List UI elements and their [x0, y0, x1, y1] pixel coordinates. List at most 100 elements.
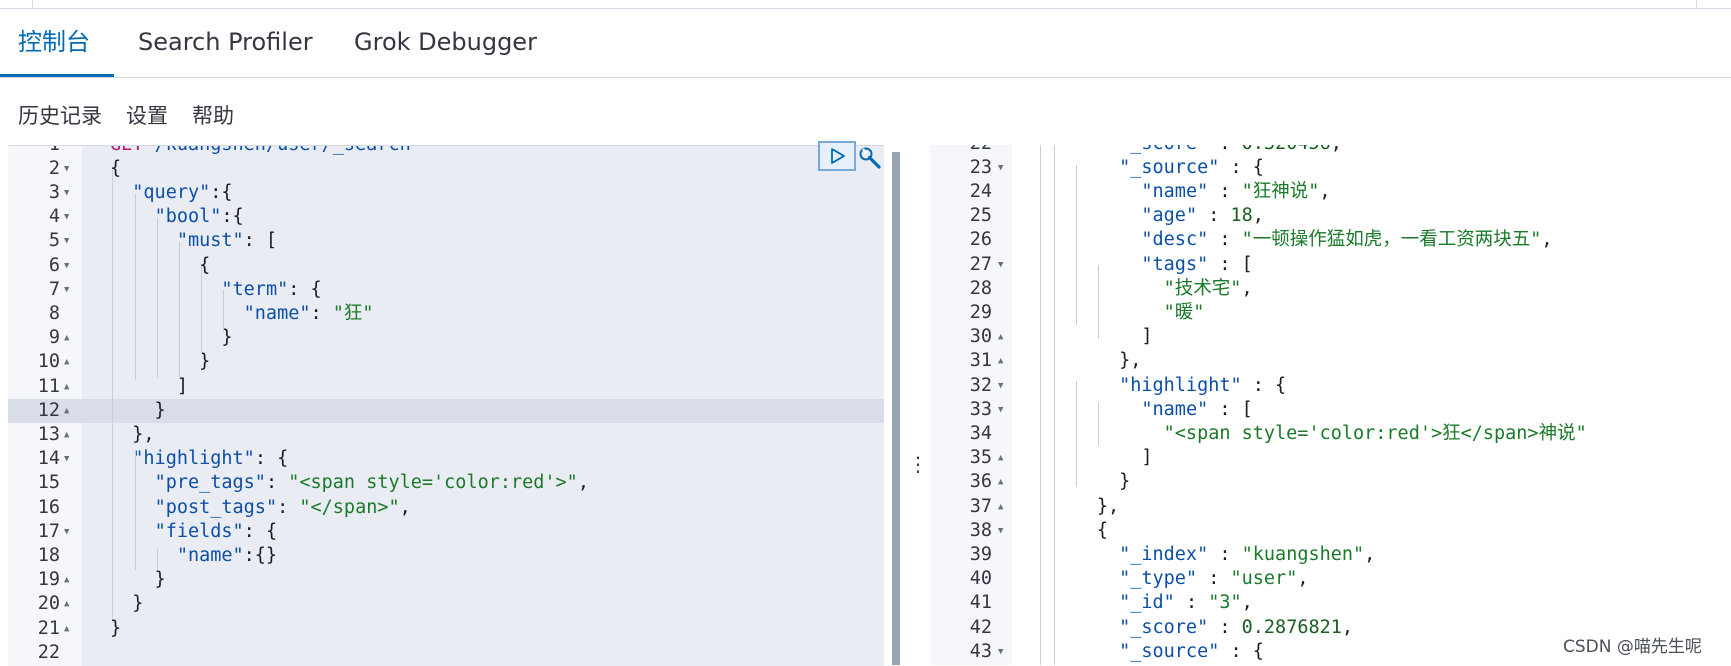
line-number: 5	[48, 230, 60, 252]
code-text: "age" : 18,	[1141, 205, 1264, 227]
top-divider	[1696, 0, 1697, 8]
fold-expand-icon[interactable]: ▲	[64, 350, 69, 374]
fold-collapse-icon[interactable]: ▼	[998, 253, 1003, 277]
pane-resizer-handle[interactable]: ⋮	[908, 452, 928, 476]
response-code-line[interactable]: 34 "<span style='color:red'>狂</span>神说"	[930, 422, 1731, 446]
fold-collapse-icon[interactable]: ▼	[64, 447, 69, 471]
request-code-line[interactable]: 14 ▼ "highlight": {	[8, 447, 884, 471]
fold-collapse-icon[interactable]: ▼	[64, 181, 69, 205]
response-code-line[interactable]: 22 "_score" : 0.320456,	[930, 145, 1731, 156]
response-code-line[interactable]: 33 ▼ "name" : [	[930, 398, 1731, 422]
code-text: ]	[1030, 326, 1153, 348]
response-code-line[interactable]: 27 ▼ "tags" : [	[930, 253, 1731, 277]
menu-help[interactable]: 帮助	[192, 100, 234, 130]
response-code-line[interactable]: 28 "技术宅",	[930, 277, 1731, 301]
tab-console[interactable]: 控制台	[0, 9, 114, 77]
indent-guide	[201, 266, 202, 354]
request-code-line[interactable]: 6 ▼ {	[8, 254, 884, 278]
line-number: 27	[969, 253, 992, 275]
response-code-line[interactable]: 36 ▲ }	[930, 470, 1731, 494]
line-number: 10	[37, 351, 60, 373]
response-code-line[interactable]: 40 "_type" : "user",	[930, 567, 1731, 591]
request-code-line[interactable]: 7 ▼ "term": {	[8, 278, 884, 302]
fold-expand-icon[interactable]: ▲	[64, 423, 69, 447]
request-code-line[interactable]: 10 ▲ }	[8, 350, 884, 374]
response-code-line[interactable]: 38 ▼ {	[930, 519, 1731, 543]
response-code-line[interactable]: 37 ▲ },	[930, 495, 1731, 519]
fold-collapse-icon[interactable]: ▼	[998, 398, 1003, 422]
request-code-line[interactable]: 11 ▲ ]	[8, 375, 884, 399]
fold-expand-icon[interactable]: ▲	[998, 325, 1003, 349]
request-code-line[interactable]: 5 ▼ "must": [	[8, 229, 884, 253]
fold-collapse-icon[interactable]: ▼	[64, 205, 69, 229]
line-number: 24	[969, 180, 992, 202]
request-code-line[interactable]: 18 "name":{}	[8, 544, 884, 568]
fold-collapse-icon[interactable]: ▼	[998, 374, 1003, 398]
request-code-line[interactable]: 4 ▼ "bool":{	[8, 205, 884, 229]
code-text: "highlight" : {	[1119, 374, 1287, 396]
fold-expand-icon[interactable]: ▲	[64, 375, 69, 399]
response-code-line[interactable]: 26 "desc" : "一顿操作猛如虎，一看工资两块五",	[930, 228, 1731, 252]
request-code-line[interactable]: 3 ▼ "query":{	[8, 181, 884, 205]
request-code-line[interactable]: 2 ▼{	[8, 157, 884, 181]
fold-collapse-icon[interactable]: ▼	[998, 156, 1003, 180]
code-text: ]	[1030, 447, 1153, 469]
fold-expand-icon[interactable]: ▲	[998, 495, 1003, 519]
fold-expand-icon[interactable]: ▲	[998, 470, 1003, 494]
line-number: 6	[48, 254, 60, 276]
top-divider	[32, 0, 33, 8]
fold-collapse-icon[interactable]: ▼	[64, 157, 69, 181]
request-code-line[interactable]: 9 ▲ }	[8, 326, 884, 350]
code-text: {	[110, 254, 211, 276]
menu-history[interactable]: 历史记录	[18, 100, 102, 130]
request-code-line[interactable]: 20 ▲ }	[8, 592, 884, 616]
request-scrollbar[interactable]	[892, 152, 900, 665]
request-code-line[interactable]: 1 GET /kuangshen/user/_search	[8, 146, 884, 157]
response-code-line[interactable]: 39 "_index" : "kuangshen",	[930, 543, 1731, 567]
response-code-line[interactable]: 31 ▲ },	[930, 349, 1731, 373]
line-number: 34	[969, 422, 992, 444]
fold-collapse-icon[interactable]: ▼	[64, 520, 69, 544]
tab-search-profiler[interactable]: Search Profiler	[120, 9, 331, 77]
tab-grok-debugger[interactable]: Grok Debugger	[336, 9, 555, 77]
fold-collapse-icon[interactable]: ▼	[64, 278, 69, 302]
response-code-line[interactable]: 24 "name" : "狂神说",	[930, 180, 1731, 204]
fold-collapse-icon[interactable]: ▼	[64, 229, 69, 253]
request-code-line[interactable]: 8 "name": "狂"	[8, 302, 884, 326]
fold-expand-icon[interactable]: ▲	[64, 568, 69, 592]
request-code-line[interactable]: 16 "post_tags": "</span>",	[8, 496, 884, 520]
line-number: 22	[930, 145, 992, 156]
request-editor[interactable]: 1GET /kuangshen/user/_search2▼{3▼ "query…	[8, 145, 884, 666]
response-code-line[interactable]: 23 ▼ "_source" : {	[930, 156, 1731, 180]
response-code-line[interactable]: 35 ▲ ]	[930, 446, 1731, 470]
response-code-line[interactable]: 25 "age" : 18,	[930, 204, 1731, 228]
request-code-line[interactable]: 19 ▲ }	[8, 568, 884, 592]
response-viewer[interactable]: 22 "_score" : 0.320456,23▼ "_source" : {…	[930, 145, 1731, 665]
fold-expand-icon[interactable]: ▲	[998, 446, 1003, 470]
fold-expand-icon[interactable]: ▲	[64, 617, 69, 641]
line-number: 1	[8, 146, 60, 157]
fold-collapse-icon[interactable]: ▼	[998, 519, 1003, 543]
response-code-line[interactable]: 41 "_id" : "3",	[930, 591, 1731, 615]
fold-expand-icon[interactable]: ▲	[64, 399, 69, 423]
response-code-line[interactable]: 30 ▲ ]	[930, 325, 1731, 349]
fold-collapse-icon[interactable]: ▼	[64, 254, 69, 278]
fold-expand-icon[interactable]: ▲	[64, 592, 69, 616]
fold-expand-icon[interactable]: ▲	[64, 326, 69, 350]
response-code-line[interactable]: 32 ▼ "highlight" : {	[930, 374, 1731, 398]
code-text: "_id" : "3",	[1119, 592, 1253, 614]
menu-settings[interactable]: 设置	[126, 100, 168, 130]
request-code-line[interactable]: 12 ▲ }	[8, 399, 884, 423]
request-code-line[interactable]: 21 ▲}	[8, 617, 884, 641]
code-text: "_score" : 0.2876821,	[1119, 616, 1354, 638]
request-code-line[interactable]: 15 "pre_tags": "<span style='color:red'>…	[8, 471, 884, 495]
request-options-button[interactable]	[858, 146, 884, 172]
request-code-line[interactable]: 13 ▲ },	[8, 423, 884, 447]
fold-expand-icon[interactable]: ▲	[998, 349, 1003, 373]
request-code-line[interactable]: 22	[8, 641, 884, 665]
line-number: 37	[969, 495, 992, 517]
fold-collapse-icon[interactable]: ▼	[998, 640, 1003, 664]
request-code-line[interactable]: 17 ▼ "fields": {	[8, 520, 884, 544]
response-code-line[interactable]: 29 "暖"	[930, 301, 1731, 325]
send-request-button[interactable]	[818, 141, 856, 171]
